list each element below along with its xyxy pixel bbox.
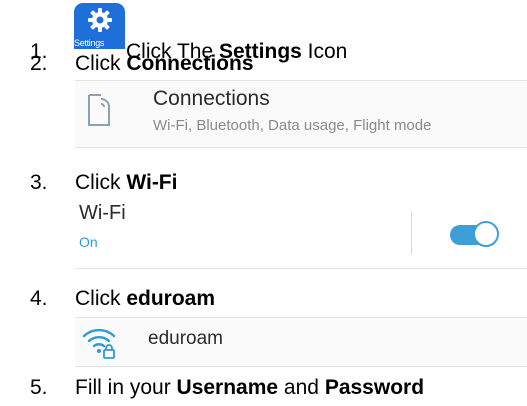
connections-subtitle: Wi-Fi, Bluetooth, Data usage, Flight mod… xyxy=(153,117,432,134)
step-text: Click eduroam xyxy=(75,287,216,310)
wifi-toggle[interactable] xyxy=(446,220,502,248)
settings-icon-label: Settings xyxy=(74,37,125,49)
toggle-knob xyxy=(473,221,499,247)
step-number: 4. xyxy=(30,287,48,310)
connections-title: Connections xyxy=(153,87,270,110)
connections-panel[interactable]: Connections Wi-Fi, Bluetooth, Data usage… xyxy=(75,80,527,148)
eduroam-network-item[interactable]: eduroam xyxy=(75,317,527,367)
step-number: 5. xyxy=(30,376,48,399)
step-text: Fill in your Username and Password xyxy=(75,376,425,399)
wifi-status: On xyxy=(79,234,98,250)
step-text: Click Wi-Fi xyxy=(75,171,178,194)
step-text: Click Connections xyxy=(75,52,254,75)
step-number: 2. xyxy=(30,52,48,75)
gear-icon xyxy=(87,8,112,32)
step-number: 3. xyxy=(30,171,48,194)
wifi-title: Wi-Fi xyxy=(79,202,126,224)
divider xyxy=(411,212,412,254)
settings-app-icon[interactable] xyxy=(74,3,125,37)
wifi-panel[interactable]: Wi-Fi On xyxy=(75,200,527,269)
phone-signal-icon xyxy=(88,94,110,126)
wifi-lock-icon xyxy=(82,328,116,359)
eduroam-label: eduroam xyxy=(148,328,223,349)
